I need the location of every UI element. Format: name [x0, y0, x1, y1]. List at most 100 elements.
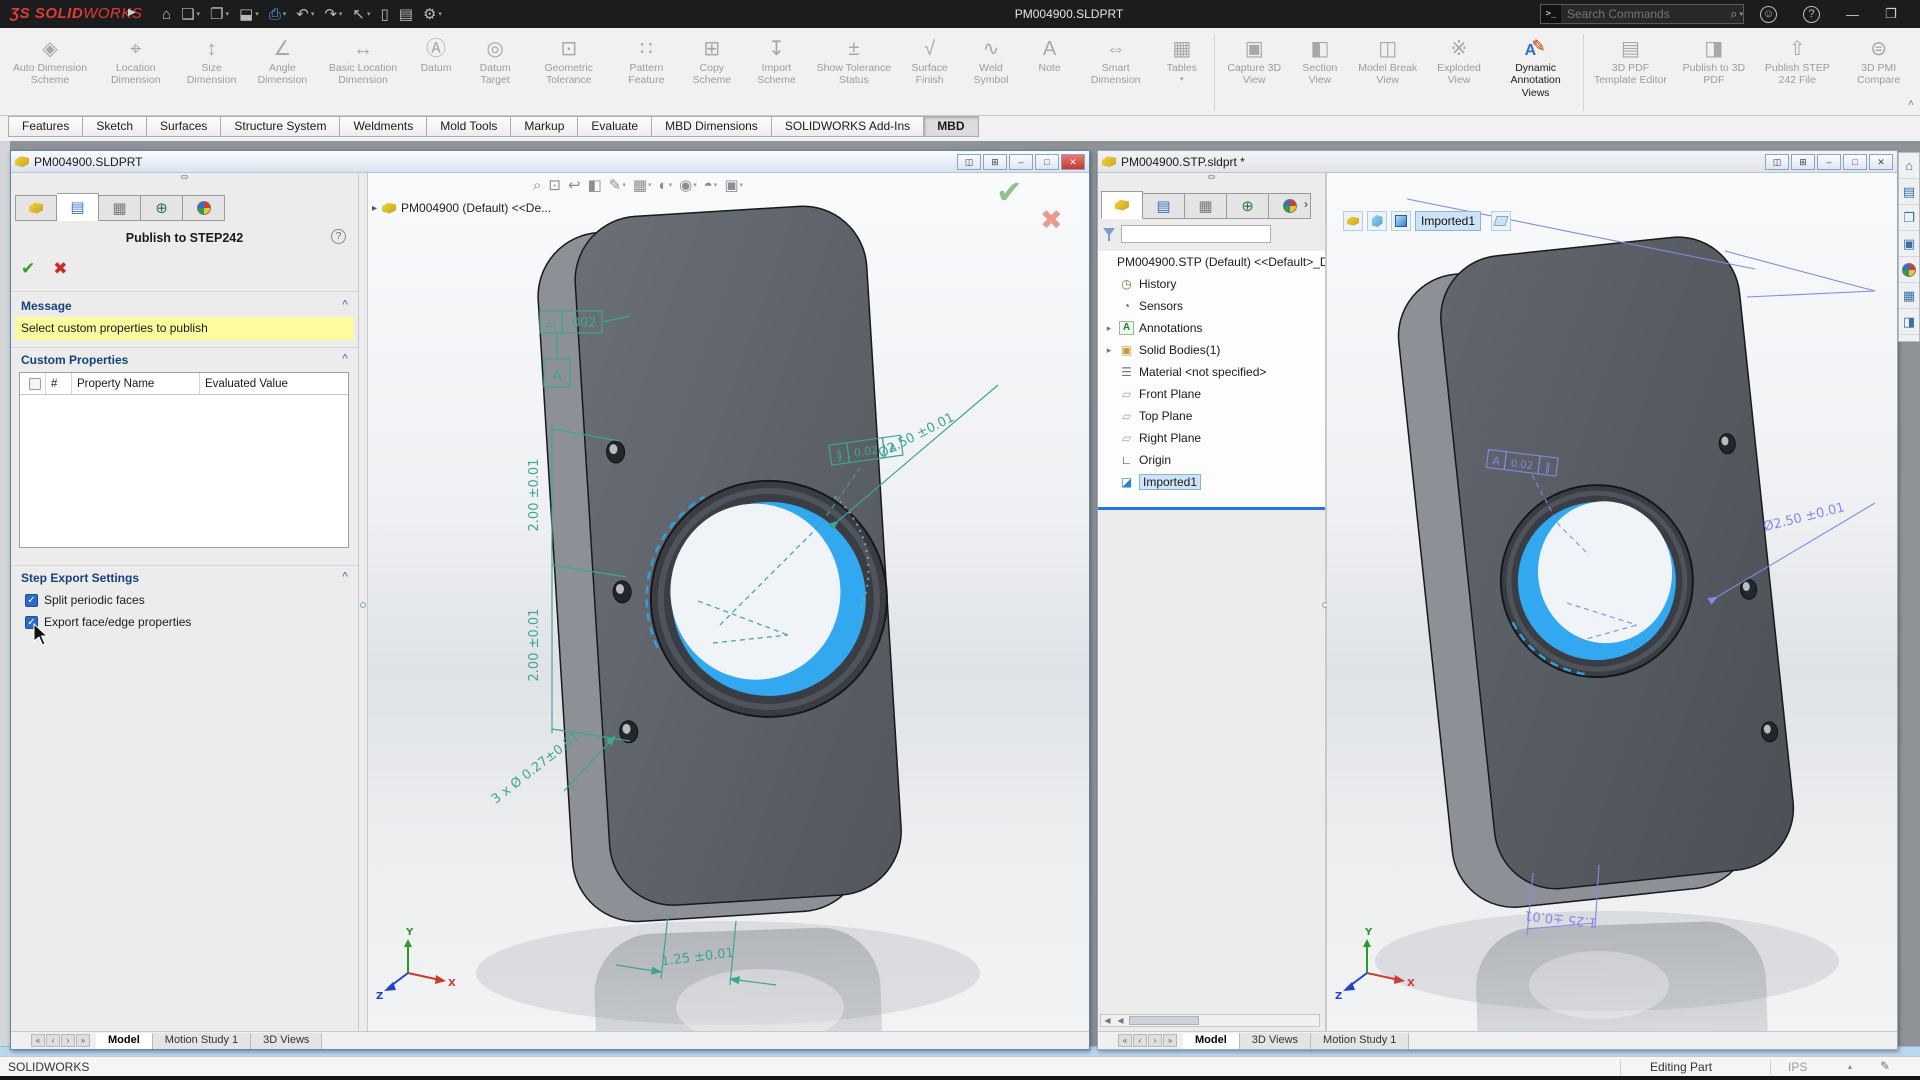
breadcrumb-part-icon[interactable] — [1343, 211, 1363, 231]
scroll-prev-button[interactable]: ‹ — [1133, 1034, 1147, 1047]
search-icon[interactable]: ⌕ — [1730, 6, 1739, 22]
nav-tab-motion-study-1[interactable]: Motion Study 1 — [152, 1032, 252, 1049]
viewport-tree-flyout[interactable]: ▸ PM004900 (Default) <<De... — [372, 201, 551, 215]
panel-splitter-handle[interactable] — [11, 173, 358, 181]
home-button[interactable]: ⌂ — [158, 2, 175, 26]
surface-finish-button[interactable]: √ Surface Finish — [898, 30, 962, 115]
search-commands-box[interactable]: >_ ⌕ ▾ — [1540, 4, 1744, 24]
panel-splitter-handle[interactable] — [1098, 173, 1325, 181]
expand-icon[interactable]: ▸ — [1104, 323, 1114, 334]
scroll-next-button[interactable]: › — [61, 1034, 75, 1047]
geometric-tolerance-button[interactable]: ⊡ Geometric Tolerance — [525, 30, 612, 115]
cancel-button[interactable]: ✖ — [53, 259, 67, 279]
breadcrumb-body-icon[interactable] — [1367, 211, 1387, 231]
help-icon[interactable]: ? — [1803, 5, 1820, 23]
close-button[interactable]: ✕ — [1061, 153, 1085, 170]
tab-evaluate[interactable]: Evaluate — [578, 116, 653, 137]
section-view-button[interactable]: ◧ — [588, 176, 602, 194]
tree-item-top-plane[interactable]: ▱ Top Plane — [1098, 405, 1325, 427]
scroll-first-button[interactable]: « — [1118, 1034, 1132, 1047]
print-button[interactable]: ⎙ ▾ — [265, 2, 291, 26]
breadcrumb-feature-icon[interactable] — [1391, 211, 1411, 231]
scroll-first-button[interactable]: « — [31, 1034, 45, 1047]
tile-vertical-button[interactable]: ◫ — [957, 153, 981, 170]
undo-button[interactable]: ↶ ▾ — [292, 2, 318, 26]
logo-flyout-arrow-icon[interactable]: ▶ — [128, 7, 136, 18]
breadcrumb-plane-icon[interactable] — [1491, 211, 1512, 231]
tab-mbd-dimensions[interactable]: MBD Dimensions — [652, 116, 772, 137]
nav-tab-3d-views[interactable]: 3D Views — [1239, 1032, 1312, 1049]
tab-solidworks-add-ins[interactable]: SOLIDWORKS Add-Ins — [771, 116, 925, 137]
units-dropdown-icon[interactable]: ▴ — [1848, 1062, 1852, 1071]
scroll-next-button[interactable]: › — [1148, 1034, 1162, 1047]
tab-mold-tools[interactable]: Mold Tools — [427, 116, 512, 137]
tag-icon[interactable]: ✎ — [1880, 1059, 1890, 1073]
custom-properties-button[interactable]: ▦ — [1899, 283, 1919, 309]
tab-configurationmanager[interactable]: ▦ — [1185, 193, 1227, 219]
scrollbar-thumb[interactable] — [1129, 1016, 1199, 1025]
panel-expand-icon[interactable]: › — [1304, 197, 1308, 211]
section-view-button[interactable]: ◧ Section View — [1291, 30, 1349, 115]
hide-show-items-button[interactable]: ◉ ▾ — [679, 176, 697, 194]
view-settings-dropdown-icon[interactable]: ▾ — [648, 181, 652, 189]
basic-location-dimension-button[interactable]: ↔ Basic Location Dimension — [319, 30, 407, 115]
restore-button[interactable]: □ — [1035, 153, 1059, 170]
save-dropdown-icon[interactable]: ▾ — [255, 10, 259, 18]
save-button[interactable]: ⬓ ▾ — [235, 2, 263, 26]
tree-item-history[interactable]: ◷ History — [1098, 273, 1325, 295]
tree-item-origin[interactable]: ∟ Origin — [1098, 449, 1325, 471]
left-window-titlebar[interactable]: PM004900.SLDPRT ◫ ⊞ – □ ✕ — [11, 151, 1089, 173]
tree-item-front-plane[interactable]: ▱ Front Plane — [1098, 383, 1325, 405]
minimize-button[interactable]: – — [1817, 153, 1841, 170]
minimize-button[interactable]: – — [1009, 153, 1033, 170]
restore-button[interactable]: □ — [1843, 153, 1867, 170]
view-settings-button[interactable]: ▦ ▾ — [633, 176, 652, 194]
tree-item-solid-bodies-1-[interactable]: ▸ ▣ Solid Bodies(1) — [1098, 339, 1325, 361]
panel-viewport-splitter[interactable] — [358, 173, 368, 1031]
tab-featuremanager[interactable] — [15, 195, 57, 221]
tab-scroll-arrows[interactable]: «‹ ›» — [1118, 1034, 1177, 1047]
part-body[interactable] — [1391, 231, 1801, 913]
file-properties-button[interactable]: ▤ — [395, 2, 417, 26]
nav-tab-motion-study-1[interactable]: Motion Study 1 — [1311, 1032, 1410, 1049]
scroll-left-icon[interactable]: ◀ — [1101, 1016, 1114, 1025]
tab-dimxpertmanager[interactable]: ⊕ — [141, 195, 183, 221]
search-dropdown-icon[interactable]: ▾ — [1739, 10, 1743, 18]
zoom-to-area-button[interactable]: ⊡ — [548, 176, 561, 194]
select-all-cell[interactable] — [20, 373, 46, 394]
flyout-expand-icon[interactable]: ▸ — [372, 203, 377, 214]
tree-split-bar[interactable] — [1098, 507, 1325, 510]
confirmation-accept-icon[interactable]: ✔ — [996, 173, 1023, 211]
checkbox-split-periodic-faces[interactable]: ✓ Split periodic faces — [25, 593, 145, 607]
design-library-button[interactable]: ▤ — [1899, 179, 1919, 205]
left-viewport[interactable]: ▸ PM004900 (Default) <<De... ⌕ ⊡ ↩ ◧ ✎ ▾ ▦ ▾ ◐ ▾ ◉… — [368, 173, 1089, 1031]
nav-tab-3d-views[interactable]: 3D Views — [251, 1032, 323, 1049]
select-button[interactable]: ↖ ▾ — [348, 2, 374, 26]
file-explorer-button[interactable]: ❐ — [1899, 205, 1919, 231]
open-dropdown-icon[interactable]: ▾ — [225, 10, 229, 18]
expand-icon[interactable]: ▸ — [1104, 345, 1114, 356]
publish-to-3d-pdf-button[interactable]: ◨ Publish to 3D PDF — [1674, 30, 1753, 115]
annotation-view-dropdown-icon[interactable]: ▾ — [622, 181, 626, 189]
edit-appearance-dropdown-icon[interactable]: ▾ — [714, 181, 718, 189]
weld-symbol-button[interactable]: ∿ Weld Symbol — [961, 30, 1020, 115]
model-break-view-button[interactable]: ◫ Model Break View — [1349, 30, 1426, 115]
print-dropdown-icon[interactable]: ▾ — [283, 10, 287, 18]
display-style-button[interactable]: ◐ ▾ — [659, 177, 673, 194]
dynamic-annotation-views-button[interactable]: A ✎ Dynamic Annotation Views — [1492, 30, 1580, 115]
datum-button[interactable]: Ⓐ Datum — [407, 30, 465, 115]
zoom-to-fit-button[interactable]: ⌕ — [533, 177, 541, 194]
tile-horizontal-button[interactable]: ⊞ — [1791, 153, 1815, 170]
appearances-button[interactable] — [1899, 257, 1919, 283]
smart-dimension-button[interactable]: ⇔ Smart Dimension — [1079, 30, 1153, 115]
search-input[interactable] — [1561, 7, 1731, 21]
tables-button[interactable]: ▦ Tables ▾ — [1153, 30, 1211, 115]
import-scheme-button[interactable]: ↧ Import Scheme — [743, 30, 810, 115]
size-dimension-button[interactable]: ↕ Size Dimension — [178, 30, 246, 115]
select-dropdown-icon[interactable]: ▾ — [367, 10, 371, 18]
tables-dropdown-icon[interactable]: ▾ — [1180, 75, 1184, 83]
custom-properties-table[interactable]: # Property Name Evaluated Value — [19, 372, 349, 548]
note-button[interactable]: A Note — [1021, 30, 1079, 115]
confirmation-cancel-icon[interactable]: ✖ — [1040, 205, 1063, 236]
custom-properties-collapse-icon[interactable]: ^ — [342, 353, 348, 364]
